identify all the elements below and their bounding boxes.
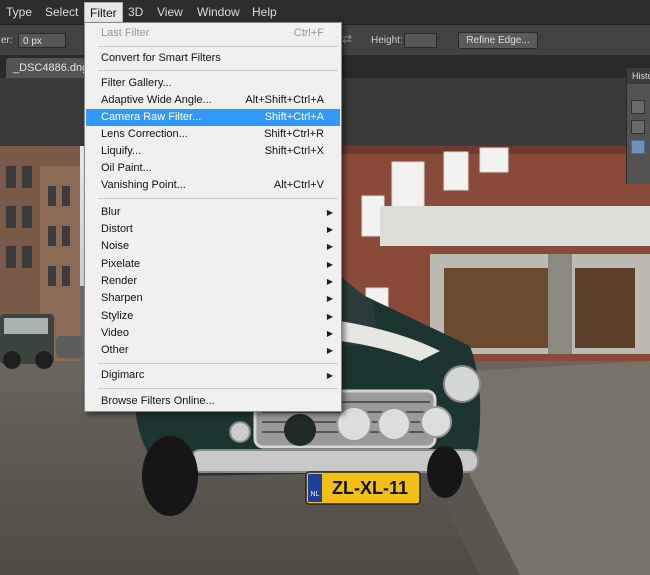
menu-item-noise[interactable]: Noise ▶ bbox=[86, 238, 340, 255]
menu-3d[interactable]: 3D bbox=[124, 4, 147, 20]
submenu-arrow-icon: ▶ bbox=[326, 329, 333, 338]
menu-separator bbox=[98, 388, 338, 389]
history-state[interactable] bbox=[631, 100, 645, 114]
menu-select[interactable]: Select bbox=[41, 4, 82, 20]
menu-item-sharpen[interactable]: Sharpen ▶ bbox=[86, 290, 340, 307]
submenu-arrow-icon: ▶ bbox=[326, 208, 333, 217]
history-panel-title[interactable]: Histo bbox=[627, 68, 650, 84]
menu-item-adaptive-wide-angle[interactable]: Adaptive Wide Angle... Alt+Shift+Ctrl+A bbox=[86, 92, 340, 109]
menu-item-pixelate[interactable]: Pixelate ▶ bbox=[86, 256, 340, 273]
menu-item-video[interactable]: Video ▶ bbox=[86, 325, 340, 342]
menu-type[interactable]: Type bbox=[2, 4, 36, 20]
height-label: Height: bbox=[371, 35, 403, 46]
menu-item-last-filter[interactable]: Last Filter Ctrl+F bbox=[86, 25, 340, 42]
menu-item-other[interactable]: Other ▶ bbox=[86, 342, 340, 359]
menu-item-oil-paint[interactable]: Oil Paint... bbox=[86, 160, 340, 177]
submenu-arrow-icon: ▶ bbox=[326, 242, 333, 251]
menu-view[interactable]: View bbox=[153, 4, 187, 20]
menu-item-liquify[interactable]: Liquify... Shift+Ctrl+X bbox=[86, 143, 340, 160]
submenu-arrow-icon: ▶ bbox=[326, 294, 333, 303]
height-input[interactable] bbox=[404, 33, 437, 48]
menu-item-stylize[interactable]: Stylize ▶ bbox=[86, 308, 340, 325]
swap-icon[interactable]: ⇄ bbox=[342, 32, 356, 46]
submenu-arrow-icon: ▶ bbox=[326, 260, 333, 269]
history-panel: Histo bbox=[626, 68, 650, 184]
plate-country: NL bbox=[311, 491, 320, 498]
document-tab[interactable]: _DSC4886.dng bbox=[6, 58, 88, 78]
feather-label: er: bbox=[1, 35, 13, 46]
menu-item-filter-gallery[interactable]: Filter Gallery... bbox=[86, 75, 340, 92]
submenu-arrow-icon: ▶ bbox=[326, 277, 333, 286]
menu-separator bbox=[98, 198, 338, 199]
submenu-arrow-icon: ▶ bbox=[326, 225, 333, 234]
history-state[interactable] bbox=[631, 120, 645, 134]
menu-separator bbox=[98, 363, 338, 364]
menu-help[interactable]: Help bbox=[248, 4, 281, 20]
history-state-selected[interactable] bbox=[631, 140, 645, 154]
submenu-arrow-icon: ▶ bbox=[326, 312, 333, 321]
menu-item-vanishing-point[interactable]: Vanishing Point... Alt+Ctrl+V bbox=[86, 177, 340, 194]
license-plate-text: ZL-XL-11 bbox=[332, 478, 408, 498]
menu-item-render[interactable]: Render ▶ bbox=[86, 273, 340, 290]
menu-item-distort[interactable]: Distort ▶ bbox=[86, 221, 340, 238]
menu-separator bbox=[98, 46, 338, 47]
menu-item-convert-smart-filters[interactable]: Convert for Smart Filters bbox=[86, 50, 340, 67]
menu-window[interactable]: Window bbox=[193, 4, 244, 20]
menu-item-digimarc[interactable]: Digimarc ▶ bbox=[86, 367, 340, 384]
submenu-arrow-icon: ▶ bbox=[326, 371, 333, 380]
feather-input[interactable]: 0 px bbox=[18, 33, 66, 48]
menu-item-lens-correction[interactable]: Lens Correction... Shift+Ctrl+R bbox=[86, 126, 340, 143]
menu-item-camera-raw-filter[interactable]: Camera Raw Filter... Shift+Ctrl+A bbox=[86, 109, 340, 126]
filter-menu: Last Filter Ctrl+F Convert for Smart Fil… bbox=[84, 22, 342, 412]
refine-edge-button[interactable]: Refine Edge... bbox=[458, 32, 538, 49]
submenu-arrow-icon: ▶ bbox=[326, 346, 333, 355]
menu-separator bbox=[98, 70, 338, 71]
menu-item-blur[interactable]: Blur ▶ bbox=[86, 204, 340, 221]
menu-item-browse-filters-online[interactable]: Browse Filters Online... bbox=[86, 393, 340, 410]
